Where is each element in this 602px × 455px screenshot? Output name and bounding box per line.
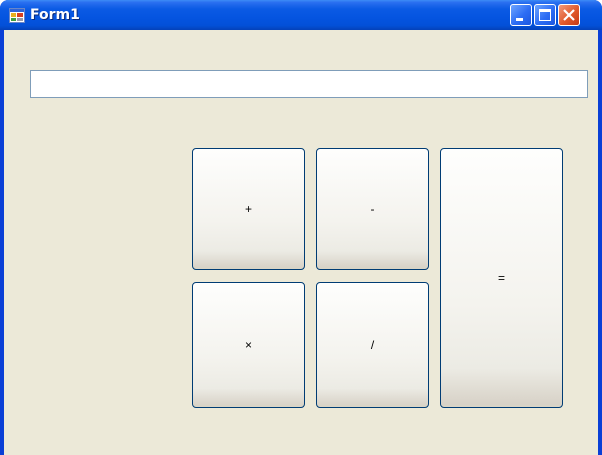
- close-icon: [563, 9, 575, 21]
- equals-button[interactable]: =: [440, 148, 563, 408]
- close-button[interactable]: [558, 4, 580, 26]
- multiply-button[interactable]: ×: [192, 282, 305, 408]
- display-input[interactable]: [30, 70, 588, 98]
- minimize-icon: [516, 18, 523, 21]
- title-bar[interactable]: Form1: [0, 0, 602, 30]
- maximize-button[interactable]: [534, 4, 556, 26]
- divide-button[interactable]: /: [316, 282, 429, 408]
- app-icon: [9, 8, 25, 23]
- window-title: Form1: [30, 7, 80, 23]
- form-window: Form1 + - = × /: [0, 0, 602, 455]
- minimize-button[interactable]: [510, 4, 532, 26]
- maximize-icon: [539, 9, 551, 21]
- client-area: + - = × /: [4, 30, 598, 455]
- minus-button[interactable]: -: [316, 148, 429, 270]
- plus-button[interactable]: +: [192, 148, 305, 270]
